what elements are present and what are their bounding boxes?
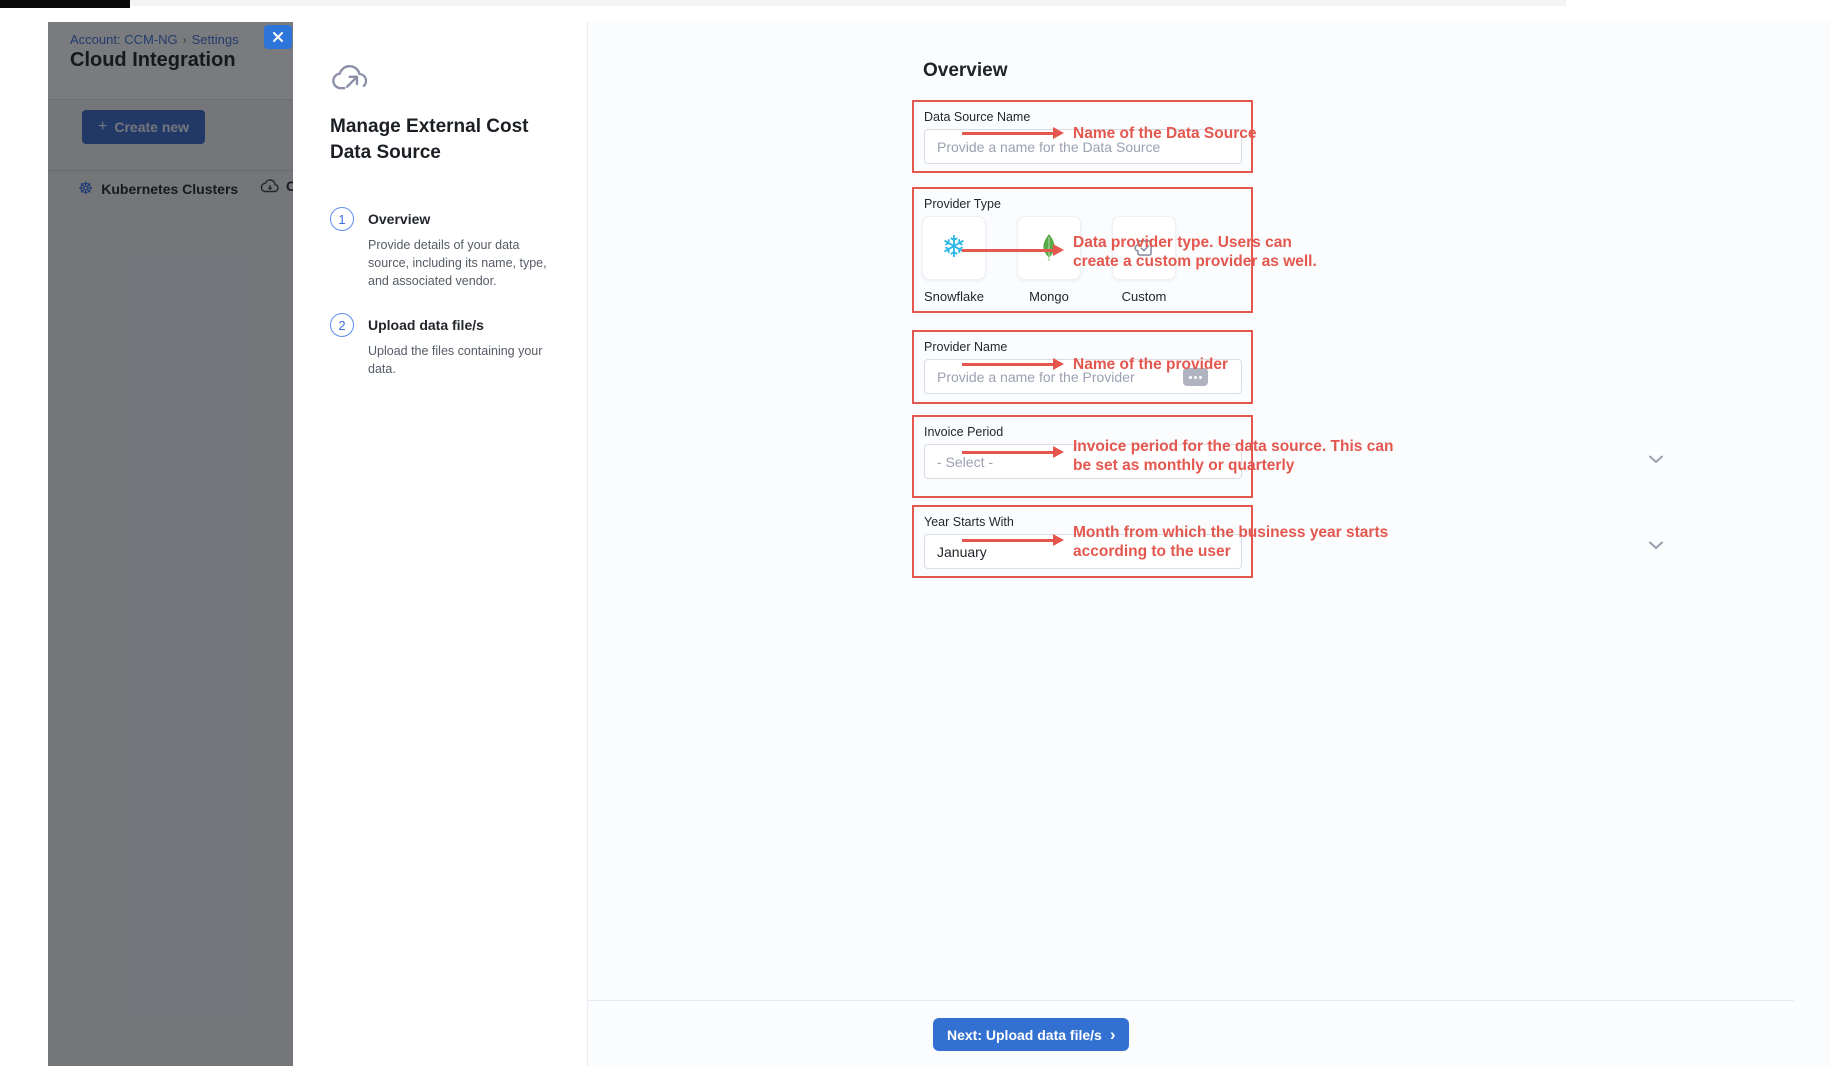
provider-card-label: Mongo <box>1029 289 1069 304</box>
provider-type-label: Provider Type <box>924 197 1001 211</box>
step-number-badge: 1 <box>330 207 354 231</box>
step-overview[interactable]: 1 Overview Provide details of your data … <box>330 207 560 290</box>
step-title: Overview <box>368 207 560 227</box>
chevron-down-icon[interactable] <box>1648 451 1664 469</box>
cloud-integration-page: Account: CCM-NG›Settings Cloud Integrati… <box>48 22 293 1066</box>
drawer-title: Manage External Cost Data Source <box>330 114 542 166</box>
step-upload-data-files[interactable]: 2 Upload data file/s Upload the files co… <box>330 313 560 378</box>
step-title: Upload data file/s <box>368 313 560 333</box>
provider-card-snowflake[interactable]: ❄ <box>922 216 986 280</box>
annotation-arrow <box>962 132 1054 135</box>
annotation-arrow <box>962 451 1054 454</box>
drawer-steps-column: Manage External Cost Data Source 1 Overv… <box>293 22 588 1066</box>
footer-divider <box>588 1000 1794 1001</box>
top-band <box>0 0 1566 6</box>
invoice-period-label: Invoice Period <box>924 425 1003 439</box>
annotation-arrow <box>962 249 1054 252</box>
form-heading: Overview <box>923 60 1008 82</box>
annotation-text-invoice-period: Invoice period for the data source. This… <box>1073 437 1393 475</box>
provider-name-label: Provider Name <box>924 340 1007 354</box>
provider-card-label: Custom <box>1122 289 1167 304</box>
next-upload-data-files-button[interactable]: Next: Upload data file/s › <box>933 1018 1129 1051</box>
close-drawer-button[interactable] <box>264 25 292 49</box>
snowflake-icon: ❄ <box>941 233 966 263</box>
chevron-down-icon[interactable] <box>1648 537 1664 555</box>
provider-card-label: Snowflake <box>924 289 984 304</box>
close-icon <box>272 31 284 43</box>
step-description: Upload the files containing your data. <box>368 342 560 378</box>
browser-artifact-strip <box>0 0 130 8</box>
cloud-external-icon <box>330 60 370 101</box>
annotation-text-provider-name: Name of the provider <box>1073 355 1228 374</box>
step-description: Provide details of your data source, inc… <box>368 236 560 290</box>
annotation-text-provider-type: Data provider type. Users can create a c… <box>1073 233 1317 271</box>
provider-card-mongo[interactable] <box>1017 216 1081 280</box>
chevron-right-icon: › <box>1110 1028 1116 1042</box>
step-number-badge: 2 <box>330 313 354 337</box>
data-source-name-label: Data Source Name <box>924 110 1030 124</box>
annotation-text-year-starts-with: Month from which the business year start… <box>1073 523 1388 561</box>
annotation-text-data-source-name: Name of the Data Source <box>1073 124 1256 143</box>
annotation-arrow <box>962 539 1054 542</box>
next-button-label: Next: Upload data file/s <box>947 1027 1102 1043</box>
year-starts-with-label: Year Starts With <box>924 515 1014 529</box>
annotation-arrow <box>962 363 1054 366</box>
modal-overlay <box>48 22 293 1066</box>
